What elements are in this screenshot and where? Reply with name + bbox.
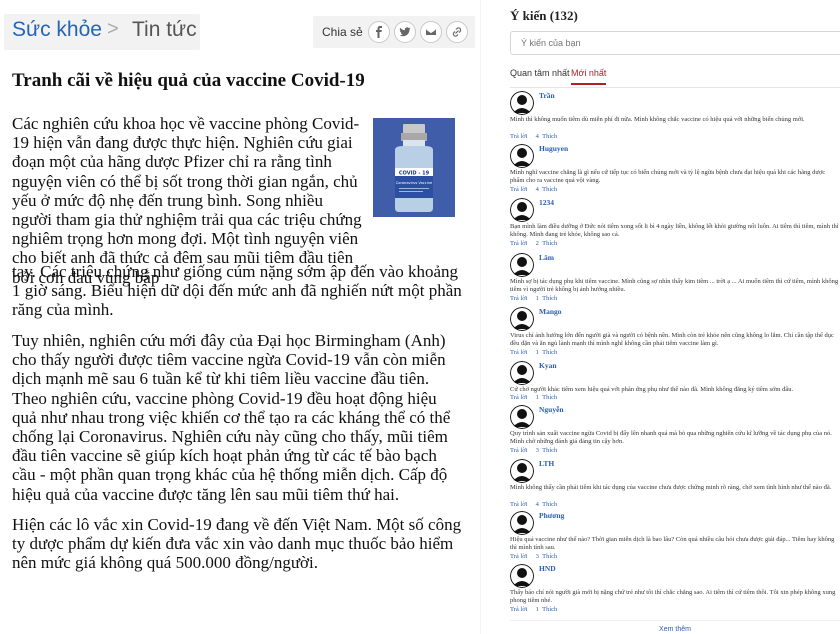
comment-text: Virus chỉ ảnh hưởng lớn đến người già và… bbox=[510, 332, 834, 347]
like-count: 4 bbox=[535, 186, 539, 193]
article-paragraph-3: Hiện các lô vắc xin Covid-19 đang về đến… bbox=[12, 515, 462, 573]
reply-link[interactable]: Trả lời bbox=[510, 606, 527, 613]
like-link[interactable]: Thích bbox=[542, 133, 557, 140]
comment-actions: Trả lời 3 Thích bbox=[510, 553, 557, 560]
like-count: 1 bbox=[535, 606, 539, 613]
avatar[interactable] bbox=[510, 564, 534, 588]
twitter-icon[interactable] bbox=[394, 21, 416, 43]
like-link[interactable]: Thích bbox=[542, 447, 557, 454]
like-count: 1 bbox=[535, 349, 539, 356]
like-count: 3 bbox=[535, 553, 539, 560]
comment-actions: Trả lời 1 Thích bbox=[510, 394, 557, 401]
article-paragraph-2: Tuy nhiên, nghiên cứu mới đây của Đại họ… bbox=[12, 331, 451, 504]
like-link[interactable]: Thích bbox=[542, 240, 557, 247]
breadcrumb-separator: > bbox=[107, 18, 119, 40]
avatar[interactable] bbox=[510, 253, 534, 277]
like-link[interactable]: Thích bbox=[542, 606, 557, 613]
article-topbar: Sức khỏe > Tin tức Chia sẻ bbox=[4, 14, 475, 50]
like-count: 2 bbox=[535, 240, 539, 247]
vaccine-image: COVID - 19 Coronavirus Vaccine bbox=[373, 118, 455, 217]
like-link[interactable]: Thích bbox=[542, 349, 557, 356]
comment-author[interactable]: Trần bbox=[539, 91, 555, 100]
comment-author[interactable]: Nguyễn bbox=[539, 405, 564, 414]
avatar[interactable] bbox=[510, 405, 534, 429]
like-link[interactable]: Thích bbox=[542, 553, 557, 560]
comment-text: Mình nghĩ vaccine chẳng là gì nếu cứ tiế… bbox=[510, 169, 826, 184]
like-count: 4 bbox=[535, 133, 539, 140]
reply-link[interactable]: Trả lời bbox=[510, 133, 527, 140]
comment-text: Mình sợ bị tác dụng phụ khi tiêm vaccine… bbox=[510, 278, 839, 293]
comment-text: Thấy báo chí nói người già mới bị nặng c… bbox=[510, 589, 836, 604]
comment-author[interactable]: Mango bbox=[539, 307, 562, 316]
comment-text: Hiệu quả vaccine như thế nào? Thời gian … bbox=[510, 536, 835, 551]
comment-text: Mình không thấy cần phải tiêm khi tác dụ… bbox=[510, 484, 832, 491]
like-link[interactable]: Thích bbox=[542, 501, 557, 508]
see-more-button[interactable]: Xem thêm bbox=[510, 620, 840, 634]
comment-actions: Trả lời 3 Thích bbox=[510, 447, 557, 454]
comments-header: Ý kiến (132) bbox=[510, 8, 578, 23]
comment-actions: Trả lời 1 Thích bbox=[510, 606, 557, 613]
comment-author[interactable]: LTH bbox=[539, 459, 554, 468]
comment-text: Quy trình sản xuất vaccine ngừa Covid bị… bbox=[510, 430, 832, 445]
comment-actions: Trả lời 4 Thích bbox=[510, 133, 557, 140]
comment-author[interactable]: Kyan bbox=[539, 361, 557, 370]
comment-author[interactable]: Phương bbox=[539, 511, 564, 520]
tab-newest[interactable]: Mới nhất bbox=[571, 68, 607, 85]
comment-tabs: Quan tâm nhất Mới nhất bbox=[510, 68, 840, 88]
vaccine-label: COVID - 19 bbox=[399, 171, 430, 177]
comment-actions: Trả lời 1 Thích bbox=[510, 295, 557, 302]
avatar[interactable] bbox=[510, 459, 534, 483]
article-title: Tranh cãi về hiệu quả của vaccine Covid-… bbox=[12, 70, 365, 91]
comment-actions: Trả lời 2 Thích bbox=[510, 240, 557, 247]
facebook-icon[interactable] bbox=[368, 21, 390, 43]
reply-link[interactable]: Trả lời bbox=[510, 240, 527, 247]
breadcrumb: Sức khỏe > Tin tức bbox=[4, 14, 200, 50]
share-bar: Chia sẻ bbox=[313, 16, 475, 48]
like-count: 4 bbox=[535, 501, 539, 508]
comment-author[interactable]: Lâm bbox=[539, 253, 554, 262]
comment-actions: Trả lời 4 Thích bbox=[510, 186, 557, 193]
article-panel: Sức khỏe > Tin tức Chia sẻ Tranh cãi về … bbox=[0, 0, 475, 634]
avatar[interactable] bbox=[510, 511, 534, 535]
link-icon[interactable] bbox=[446, 21, 468, 43]
like-link[interactable]: Thích bbox=[542, 295, 557, 302]
comment-input-box bbox=[510, 31, 840, 55]
reply-link[interactable]: Trả lời bbox=[510, 394, 527, 401]
tab-most-interested[interactable]: Quan tâm nhất bbox=[510, 68, 570, 78]
mail-icon[interactable] bbox=[420, 21, 442, 43]
reply-link[interactable]: Trả lời bbox=[510, 295, 527, 302]
breadcrumb-subcategory[interactable]: Tin tức bbox=[132, 18, 197, 42]
like-count: 1 bbox=[535, 394, 539, 401]
like-link[interactable]: Thích bbox=[542, 394, 557, 401]
panel-divider bbox=[480, 0, 481, 634]
comment-text: Bạn mình làm điều dưỡng ở Đức nói tiêm x… bbox=[510, 223, 839, 238]
share-label: Chia sẻ bbox=[322, 25, 363, 39]
reply-link[interactable]: Trả lời bbox=[510, 349, 527, 356]
comment-actions: Trả lời 1 Thích bbox=[510, 349, 557, 356]
like-link[interactable]: Thích bbox=[542, 186, 557, 193]
comment-text: Cứ chờ người khác tiêm xem hiệu quả với … bbox=[510, 386, 794, 393]
comment-actions: Trả lời 4 Thích bbox=[510, 501, 557, 508]
breadcrumb-category[interactable]: Sức khỏe bbox=[12, 18, 102, 42]
article-paragraph-1b: tay. Các triệu chứng như giống cúm nặng … bbox=[12, 262, 462, 320]
comments-panel: Ý kiến (132) Quan tâm nhất Mới nhất Trần… bbox=[500, 0, 840, 634]
reply-link[interactable]: Trả lời bbox=[510, 447, 527, 454]
comment-text: Mình thì không muốn tiêm dù miễn phí đi … bbox=[510, 116, 805, 123]
like-count: 3 bbox=[535, 447, 539, 454]
avatar[interactable] bbox=[510, 361, 534, 385]
avatar[interactable] bbox=[510, 198, 534, 222]
avatar[interactable] bbox=[510, 144, 534, 168]
vaccine-text: Coronavirus Vaccine bbox=[396, 181, 433, 185]
comment-author[interactable]: 1234 bbox=[539, 198, 554, 207]
avatar[interactable] bbox=[510, 307, 534, 331]
like-count: 1 bbox=[535, 295, 539, 302]
reply-link[interactable]: Trả lời bbox=[510, 186, 527, 193]
avatar[interactable] bbox=[510, 91, 534, 115]
reply-link[interactable]: Trả lời bbox=[510, 501, 527, 508]
comment-author[interactable]: Huguyen bbox=[539, 144, 568, 153]
comment-author[interactable]: HND bbox=[539, 564, 556, 573]
reply-link[interactable]: Trả lời bbox=[510, 553, 527, 560]
comment-input[interactable] bbox=[511, 32, 840, 54]
article-paragraph-1a: Các nghiên cứu khoa học về vaccine phòng… bbox=[12, 114, 362, 287]
